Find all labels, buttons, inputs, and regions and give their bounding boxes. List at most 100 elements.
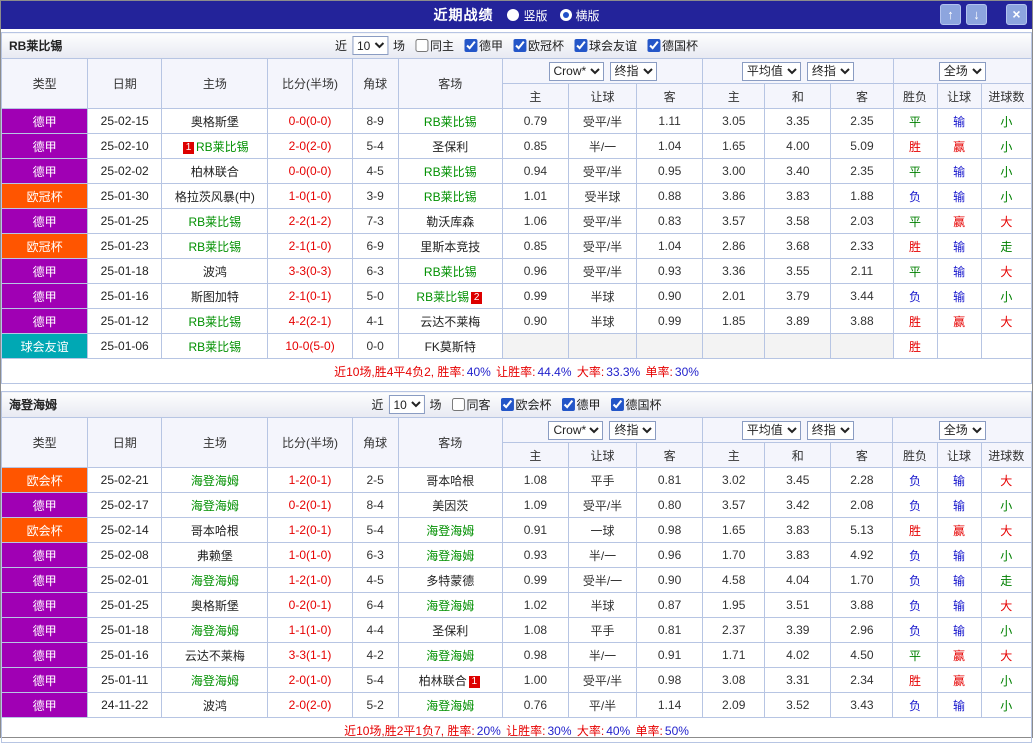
corner-score: 8-4 (352, 493, 398, 518)
home-team-name[interactable]: 奥格斯堡 (191, 599, 239, 613)
corner-score: 2-5 (352, 468, 398, 493)
handicap-odds-2: 0.98 (637, 518, 703, 543)
home-team-name[interactable]: RB莱比锡 (196, 140, 249, 154)
away-team-name[interactable]: 圣保利 (432, 140, 468, 154)
checkbox-input[interactable] (451, 398, 464, 411)
away-team-cell: 海登海姆 (398, 693, 502, 718)
avg-odds-2: 2.28 (831, 468, 893, 493)
home-team-name[interactable]: 海登海姆 (191, 499, 239, 513)
checkbox-input[interactable] (501, 398, 514, 411)
away-team-name[interactable]: 勒沃库森 (426, 215, 474, 229)
away-team-name[interactable]: 海登海姆 (426, 649, 474, 663)
away-team-name[interactable]: 柏林联合 (419, 674, 467, 688)
team-filter-row: RB莱比锡近10场同主德甲欧冠杯球会友谊德国杯 (2, 33, 1032, 59)
checkbox-input[interactable] (611, 398, 624, 411)
header-select-全场[interactable]: 全场 (939, 421, 986, 440)
home-team-name[interactable]: 波鸿 (203, 265, 227, 279)
checkbox-input[interactable] (562, 398, 575, 411)
checkbox-input[interactable] (574, 39, 587, 52)
checkbox-input[interactable] (415, 39, 428, 52)
filter-checkbox-德甲[interactable]: 德甲 (464, 37, 503, 54)
away-team-name[interactable]: RB莱比锡 (424, 265, 477, 279)
close-button[interactable]: × (1006, 4, 1027, 25)
away-team-name[interactable]: RB莱比锡 (424, 190, 477, 204)
header-select-终指[interactable]: 终指 (610, 62, 657, 81)
home-team-name[interactable]: 格拉茨风暴(中) (175, 190, 255, 204)
filter-checkbox-欧冠杯[interactable]: 欧冠杯 (513, 37, 564, 54)
away-team-name[interactable]: 圣保利 (432, 624, 468, 638)
away-team-name[interactable]: 美因茨 (432, 499, 468, 513)
avg-odds-1: 3.39 (765, 618, 831, 643)
home-team-name[interactable]: 海登海姆 (191, 574, 239, 588)
avg-odds-2: 2.03 (831, 209, 893, 234)
away-team-name[interactable]: 云达不莱梅 (420, 315, 480, 329)
home-team-name[interactable]: 波鸿 (203, 699, 227, 713)
home-team-name[interactable]: 海登海姆 (191, 624, 239, 638)
result-1: 赢 (937, 134, 981, 159)
away-team-name[interactable]: 哥本哈根 (426, 474, 474, 488)
header-select-平均值[interactable]: 平均值 (742, 421, 801, 440)
header-select-Crow*[interactable]: Crow* (549, 62, 604, 81)
handicap-odds-0: 0.91 (502, 518, 568, 543)
match-row: 德甲25-02-15奥格斯堡0-0(0-0)8-9RB莱比锡0.79受平/半1.… (2, 109, 1032, 134)
handicap-odds-0: 0.98 (502, 643, 568, 668)
match-count-select[interactable]: 10 (352, 36, 388, 55)
home-team-name[interactable]: 弗赖堡 (197, 549, 233, 563)
checkbox-input[interactable] (647, 39, 660, 52)
match-date: 25-02-14 (88, 518, 162, 543)
scroll-down-button[interactable]: ↓ (966, 4, 987, 25)
filter-checkbox-德国杯[interactable]: 德国杯 (647, 37, 698, 54)
avg-odds-0: 1.71 (703, 643, 765, 668)
result-0: 负 (893, 543, 937, 568)
away-team-name[interactable]: FK莫斯特 (425, 340, 476, 354)
filter-checkbox-德甲[interactable]: 德甲 (562, 396, 601, 413)
away-team-name[interactable]: 海登海姆 (426, 524, 474, 538)
away-team-name[interactable]: 海登海姆 (426, 599, 474, 613)
radio-circle-icon[interactable] (507, 9, 519, 21)
topbar-buttons: ↑ ↓ × (940, 4, 1027, 25)
filter-checkbox-同客[interactable]: 同客 (451, 396, 490, 413)
home-team-name[interactable]: 奥格斯堡 (191, 115, 239, 129)
result-0: 负 (893, 618, 937, 643)
home-team-name[interactable]: RB莱比锡 (189, 215, 242, 229)
home-team-name[interactable]: 海登海姆 (191, 474, 239, 488)
filter-checkbox-德国杯[interactable]: 德国杯 (611, 396, 662, 413)
radio-circle-icon[interactable] (560, 9, 572, 21)
home-team-name[interactable]: 哥本哈根 (191, 524, 239, 538)
layout-radio-竖版[interactable]: 竖版 (507, 7, 547, 24)
filter-checkbox-同主[interactable]: 同主 (415, 37, 454, 54)
home-team-name[interactable]: RB莱比锡 (189, 315, 242, 329)
avg-odds-0: 1.70 (703, 543, 765, 568)
home-team-name[interactable]: RB莱比锡 (189, 340, 242, 354)
result-0: 负 (893, 593, 937, 618)
checkbox-input[interactable] (464, 39, 477, 52)
home-team-cell: 哥本哈根 (162, 518, 268, 543)
checkbox-input[interactable] (513, 39, 526, 52)
away-team-name[interactable]: 多特蒙德 (426, 574, 474, 588)
filter-checkbox-欧会杯[interactable]: 欧会杯 (501, 396, 552, 413)
home-team-cell: 海登海姆 (162, 668, 268, 693)
away-team-name[interactable]: 里斯本竞技 (420, 240, 480, 254)
header-select-终指[interactable]: 终指 (609, 421, 656, 440)
scroll-up-button[interactable]: ↑ (940, 4, 961, 25)
away-team-name[interactable]: 海登海姆 (426, 549, 474, 563)
home-team-name[interactable]: 柏林联合 (191, 165, 239, 179)
home-team-name[interactable]: RB莱比锡 (189, 240, 242, 254)
away-team-cell: 海登海姆 (398, 518, 502, 543)
filter-checkbox-球会友谊[interactable]: 球会友谊 (574, 37, 637, 54)
away-team-name[interactable]: RB莱比锡 (416, 290, 469, 304)
layout-radio-横版[interactable]: 横版 (560, 7, 600, 24)
home-team-name[interactable]: 斯图加特 (191, 290, 239, 304)
away-team-name[interactable]: RB莱比锡 (424, 165, 477, 179)
away-team-name[interactable]: RB莱比锡 (424, 115, 477, 129)
corner-score: 6-4 (352, 593, 398, 618)
header-select-终指[interactable]: 终指 (807, 62, 854, 81)
header-select-Crow*[interactable]: Crow* (548, 421, 603, 440)
home-team-name[interactable]: 海登海姆 (191, 674, 239, 688)
header-select-终指[interactable]: 终指 (807, 421, 854, 440)
header-select-全场[interactable]: 全场 (939, 62, 986, 81)
away-team-name[interactable]: 海登海姆 (426, 699, 474, 713)
header-select-平均值[interactable]: 平均值 (742, 62, 801, 81)
home-team-name[interactable]: 云达不莱梅 (185, 649, 245, 663)
match-count-select[interactable]: 10 (388, 395, 424, 414)
